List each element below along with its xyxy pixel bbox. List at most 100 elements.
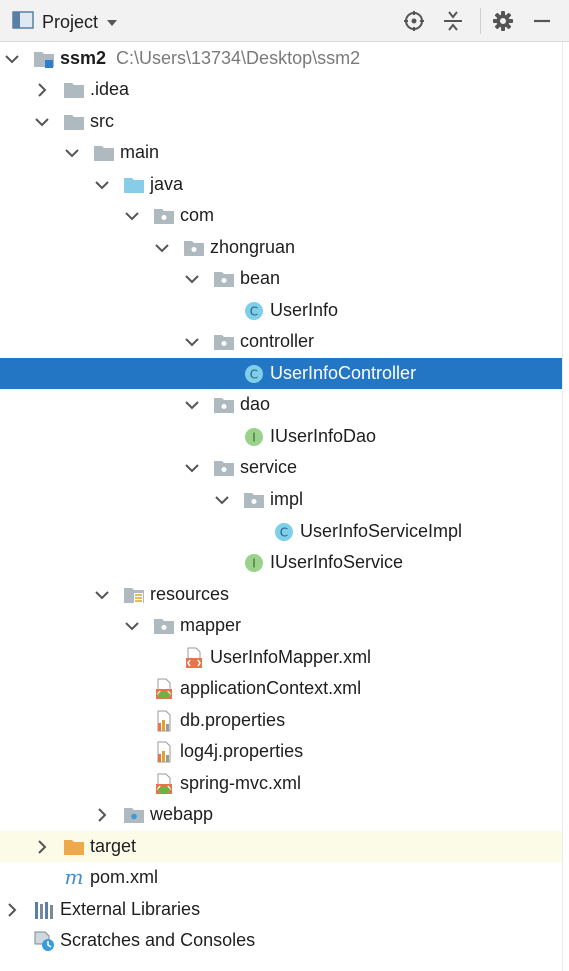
chevron-right-icon[interactable] — [4, 902, 20, 918]
tree-item-mapper[interactable]: mapper — [0, 610, 562, 641]
package-icon — [213, 394, 235, 416]
tree-item-bean[interactable]: bean — [0, 263, 562, 294]
chevron-down-icon[interactable] — [184, 397, 200, 413]
chevron-down-icon[interactable] — [64, 145, 80, 161]
tree-item-label: UserInfoServiceImpl — [300, 521, 463, 541]
project-view-selector[interactable]: Project — [12, 10, 118, 35]
package-icon — [153, 615, 175, 637]
tree-item-springmvc[interactable]: spring-mvc.xml — [0, 768, 562, 799]
chevron-down-icon[interactable] — [184, 334, 200, 350]
properties-file-icon — [153, 710, 175, 732]
tree-item-userinfomapper[interactable]: UserInfoMapper.xml — [0, 642, 562, 673]
svg-text:m: m — [65, 867, 84, 889]
tree-item-dao[interactable]: dao — [0, 389, 562, 420]
tree-item-service[interactable]: service — [0, 452, 562, 483]
tree-item-pom[interactable]: m pom.xml — [0, 862, 562, 893]
tree-item-label: dao — [240, 394, 271, 414]
module-folder-icon — [33, 48, 55, 70]
panel-edge — [562, 42, 563, 971]
tree-item-dbproperties[interactable]: db.properties — [0, 705, 562, 736]
maven-icon: m — [63, 865, 85, 889]
library-icon — [33, 899, 55, 921]
chevron-down-icon[interactable] — [184, 460, 200, 476]
tree-item-label: UserInfoMapper.xml — [210, 647, 372, 667]
tree-item-label: Scratches and Consoles — [60, 930, 256, 950]
svg-text:I: I — [252, 557, 256, 571]
chevron-down-icon[interactable] — [154, 240, 170, 256]
chevron-down-icon[interactable] — [184, 271, 200, 287]
tree-item-src[interactable]: src — [0, 106, 562, 137]
properties-file-icon — [153, 741, 175, 763]
tree-item-userinfocontroller[interactable]: C UserInfoController — [0, 358, 562, 389]
tree-item-label: UserInfoController — [270, 363, 417, 383]
java-class-icon: C — [273, 521, 295, 543]
folder-icon — [93, 142, 115, 164]
excluded-folder-icon — [63, 836, 85, 858]
tree-item-iuserinfoservice[interactable]: I IUserInfoService — [0, 547, 562, 578]
tree-item-java[interactable]: java — [0, 169, 562, 200]
tree-item-label: service — [240, 457, 298, 477]
collapse-all-icon[interactable] — [440, 8, 466, 34]
svg-text:I: I — [252, 431, 256, 445]
chevron-down-icon[interactable] — [214, 492, 230, 508]
chevron-down-icon[interactable] — [124, 208, 140, 224]
chevron-right-icon[interactable] — [34, 839, 50, 855]
tree-item-idea[interactable]: .idea — [0, 74, 562, 105]
resources-folder-icon — [123, 584, 145, 606]
chevron-down-icon[interactable] — [94, 177, 110, 193]
tree-item-label: External Libraries — [60, 899, 201, 919]
spring-xml-file-icon — [153, 773, 175, 795]
tree-item-label: ssm2 — [60, 48, 107, 68]
tree-item-label: zhongruan — [210, 237, 296, 257]
svg-text:C: C — [280, 526, 288, 540]
tree-item-label: db.properties — [180, 710, 286, 730]
chevron-down-icon[interactable] — [4, 51, 20, 67]
java-interface-icon: I — [243, 552, 265, 574]
tree-item-scratches[interactable]: Scratches and Consoles — [0, 925, 562, 956]
tree-item-webapp[interactable]: webapp — [0, 799, 562, 830]
project-path: C:\Users\13734\Desktop\ssm2 — [116, 48, 361, 68]
chevron-right-icon[interactable] — [94, 807, 110, 823]
tree-item-label: com — [180, 205, 215, 225]
tree-item-iuserinfodao[interactable]: I IUserInfoDao — [0, 421, 562, 452]
tree-item-controller[interactable]: controller — [0, 326, 562, 357]
package-icon — [213, 331, 235, 353]
minimize-icon[interactable] — [529, 8, 555, 34]
chevron-right-icon[interactable] — [34, 82, 50, 98]
tree-item-com[interactable]: com — [0, 200, 562, 231]
tree-item-main[interactable]: main — [0, 137, 562, 168]
tree-item-label: applicationContext.xml — [180, 678, 362, 698]
tree-item-ssm2[interactable]: ssm2 C:\Users\13734\Desktop\ssm2 — [0, 43, 562, 74]
tree-item-impl[interactable]: impl — [0, 484, 562, 515]
dropdown-caret-icon[interactable] — [106, 19, 118, 27]
tree-item-zhongruan[interactable]: zhongruan — [0, 232, 562, 263]
locate-icon[interactable] — [401, 8, 427, 34]
scratches-icon — [33, 930, 55, 952]
tree-item-log4jproperties[interactable]: log4j.properties — [0, 736, 562, 767]
xml-file-icon — [183, 647, 205, 669]
tree-item-label: log4j.properties — [180, 741, 304, 761]
package-icon — [243, 489, 265, 511]
tree-item-target[interactable]: target — [0, 831, 562, 862]
tree-item-resources[interactable]: resources — [0, 579, 562, 610]
package-icon — [213, 268, 235, 290]
gear-icon[interactable] — [490, 8, 516, 34]
tree-item-label: mapper — [180, 615, 242, 635]
tree-item-label: bean — [240, 268, 281, 288]
tree-item-applicationcontext[interactable]: applicationContext.xml — [0, 673, 562, 704]
svg-text:C: C — [250, 368, 258, 382]
tree-item-label: resources — [150, 584, 230, 604]
tree-item-userinfoserviceimpl[interactable]: C UserInfoServiceImpl — [0, 516, 562, 547]
chevron-down-icon[interactable] — [94, 587, 110, 603]
project-title: Project — [42, 12, 99, 32]
java-class-icon: C — [243, 363, 265, 385]
package-icon — [153, 205, 175, 227]
java-class-icon: C — [243, 300, 265, 322]
tree-item-userinfo[interactable]: C UserInfo — [0, 295, 562, 326]
tree-item-external-libraries[interactable]: External Libraries — [0, 894, 562, 925]
chevron-down-icon[interactable] — [124, 618, 140, 634]
java-interface-icon: I — [243, 426, 265, 448]
tree-item-label: IUserInfoService — [270, 552, 404, 572]
tree-item-label: webapp — [150, 804, 214, 824]
chevron-down-icon[interactable] — [34, 114, 50, 130]
